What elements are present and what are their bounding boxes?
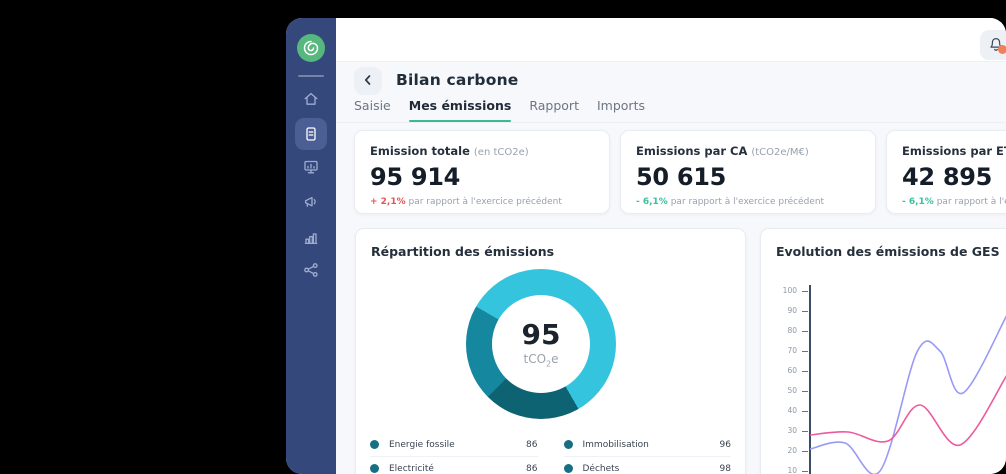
stat-value: 50 615 bbox=[636, 163, 860, 191]
legend-item-energie-fossile: Energie fossile 86 bbox=[370, 433, 538, 457]
line-chart-title: Evolution des émissions de GES bbox=[776, 244, 1000, 259]
topbar bbox=[336, 18, 1006, 62]
stat-unit: (en tCO2e) bbox=[474, 147, 529, 158]
greenly-spiral-logo[interactable] bbox=[297, 34, 325, 62]
document-icon bbox=[302, 125, 320, 143]
legend-dot-icon bbox=[564, 440, 573, 449]
y-tick-label: 30 bbox=[769, 426, 797, 435]
y-tick-mark bbox=[802, 451, 808, 452]
stat-title: Emission totale(en tCO2e) bbox=[370, 144, 594, 158]
legend-item-electricite: Electricité 86 bbox=[370, 457, 538, 474]
legend-value: 86 bbox=[526, 464, 537, 474]
repartition-card: Répartition des émissions 95 tCO2e Energ… bbox=[355, 228, 746, 474]
y-tick-label: 70 bbox=[769, 346, 797, 355]
stat-value: 42 895 bbox=[902, 163, 1006, 191]
stat-title: Emissions par CA(tCO2e/M€) bbox=[636, 144, 860, 158]
sidebar-item-documents[interactable] bbox=[295, 118, 327, 150]
sidebar-item-organization[interactable] bbox=[295, 254, 327, 286]
y-tick-mark bbox=[802, 411, 808, 412]
stat-unit: (tCO2e/M€) bbox=[751, 147, 808, 158]
tab-imports[interactable]: Imports bbox=[597, 98, 645, 122]
y-tick-label: 40 bbox=[769, 406, 797, 415]
delta-value: - 6,1% bbox=[636, 197, 668, 207]
notifications-button[interactable] bbox=[980, 30, 1006, 60]
y-tick-mark bbox=[802, 391, 808, 392]
notification-dot bbox=[998, 45, 1006, 54]
donut-center-unit: tCO2e bbox=[523, 352, 558, 368]
y-tick-mark bbox=[802, 331, 808, 332]
legend-label: Electricité bbox=[389, 464, 434, 474]
tab-rapport[interactable]: Rapport bbox=[529, 98, 579, 122]
stat-delta: - 6,1% par rapport à l'exercice précéden… bbox=[636, 197, 860, 207]
legend-value: 86 bbox=[526, 440, 537, 450]
delta-text: par rapport à l'exercice précédent bbox=[937, 197, 1006, 207]
delta-text: par rapport à l'exercice précédent bbox=[671, 197, 824, 207]
y-tick-label: 60 bbox=[769, 366, 797, 375]
dashboard-monitor-icon bbox=[302, 158, 320, 176]
chevron-left-icon bbox=[361, 72, 375, 91]
y-tick-mark bbox=[802, 311, 808, 312]
stat-delta: - 6,1% par rapport à l'exercice précéden… bbox=[902, 197, 1006, 207]
legend-label: Energie fossile bbox=[389, 440, 455, 450]
donut-center-value: 95 bbox=[522, 320, 561, 349]
legend-dot-icon bbox=[370, 464, 379, 473]
legend-dot-icon bbox=[564, 464, 573, 473]
sidebar-item-home[interactable] bbox=[295, 83, 327, 115]
stat-delta: + 2,1% par rapport à l'exercice précéden… bbox=[370, 197, 594, 207]
y-tick-label: 20 bbox=[769, 446, 797, 455]
app-window: Bilan carbone Saisie Mes émissions Rappo… bbox=[286, 18, 1006, 474]
tabs-divider bbox=[336, 122, 1006, 123]
donut-chart: 95 tCO2e bbox=[466, 269, 616, 419]
line-chart bbox=[810, 291, 1006, 474]
stat-card-emissions-par-ca: Emissions par CA(tCO2e/M€) 50 615 - 6,1%… bbox=[620, 130, 876, 214]
y-tick-mark bbox=[802, 471, 808, 472]
tab-saisie[interactable]: Saisie bbox=[354, 98, 391, 122]
legend-column: Immobilisation 96 Déchets 98 bbox=[564, 433, 732, 474]
delta-value: + 2,1% bbox=[370, 197, 406, 207]
donut-center: 95 tCO2e bbox=[492, 295, 590, 393]
y-tick-label: 100 bbox=[769, 286, 797, 295]
page-title: Bilan carbone bbox=[396, 71, 519, 89]
y-tick-label: 10 bbox=[769, 466, 797, 474]
tab-mes-emissions[interactable]: Mes émissions bbox=[409, 98, 512, 122]
legend-value: 96 bbox=[720, 440, 731, 450]
evolution-card: Evolution des émissions de GES 100 90 80 70… bbox=[760, 228, 1006, 474]
y-tick-label: 50 bbox=[769, 386, 797, 395]
legend-dot-icon bbox=[370, 440, 379, 449]
sidebar-item-dashboard[interactable] bbox=[295, 151, 327, 183]
stat-value: 95 914 bbox=[370, 163, 594, 191]
y-tick-mark bbox=[802, 291, 808, 292]
y-tick-label: 90 bbox=[769, 306, 797, 315]
y-tick-mark bbox=[802, 351, 808, 352]
legend-value: 98 bbox=[720, 464, 731, 474]
legend-column: Energie fossile 86 Electricité 86 bbox=[370, 433, 538, 474]
line-series-serie-bleue bbox=[810, 315, 1006, 474]
y-tick-mark bbox=[802, 371, 808, 372]
delta-value: - 6,1% bbox=[902, 197, 934, 207]
org-network-icon bbox=[302, 261, 320, 279]
legend-item-immobilisation: Immobilisation 96 bbox=[564, 433, 732, 457]
tab-bar: Saisie Mes émissions Rapport Imports bbox=[354, 98, 645, 122]
megaphone-icon bbox=[302, 193, 320, 211]
delta-text: par rapport à l'exercice précédent bbox=[409, 197, 562, 207]
stat-card-emission-totale: Emission totale(en tCO2e) 95 914 + 2,1% … bbox=[354, 130, 610, 214]
stat-title: Emissions par ETP(tCO2e/ETP) bbox=[902, 144, 1006, 158]
stat-card-emissions-par-etp: Emissions par ETP(tCO2e/ETP) 42 895 - 6,… bbox=[886, 130, 1006, 214]
sidebar-item-analytics[interactable] bbox=[295, 222, 327, 254]
sidebar-divider bbox=[298, 75, 324, 77]
home-icon bbox=[302, 90, 320, 108]
back-button[interactable] bbox=[354, 67, 382, 95]
donut-chart-title: Répartition des émissions bbox=[371, 244, 554, 259]
y-tick-mark bbox=[802, 431, 808, 432]
y-tick-label: 80 bbox=[769, 326, 797, 335]
legend-label: Déchets bbox=[583, 464, 620, 474]
sidebar bbox=[286, 18, 336, 474]
legend-item-dechets: Déchets 98 bbox=[564, 457, 732, 474]
line-series-serie-rose bbox=[810, 375, 1006, 445]
legend-label: Immobilisation bbox=[583, 440, 649, 450]
bar-chart-icon bbox=[302, 229, 320, 247]
donut-legend: Energie fossile 86 Electricité 86 Immobi… bbox=[370, 433, 731, 474]
sidebar-item-announcements[interactable] bbox=[295, 186, 327, 218]
